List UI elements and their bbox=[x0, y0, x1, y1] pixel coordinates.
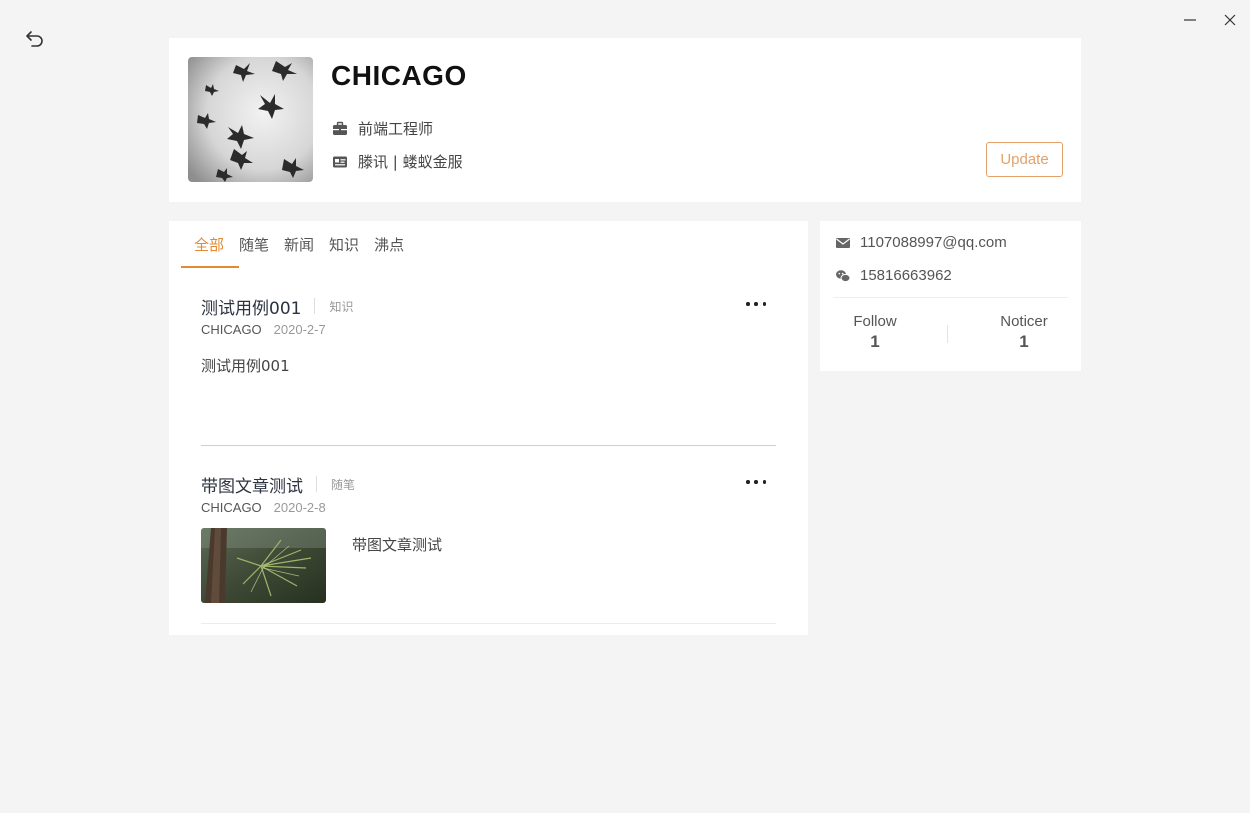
post-thumbnail[interactable] bbox=[201, 528, 326, 603]
noticer-count: 1 bbox=[1019, 332, 1029, 351]
company-name: 滕讯 | 蝼蚁金服 bbox=[358, 153, 463, 171]
briefcase-icon bbox=[332, 121, 348, 137]
id-card-icon bbox=[332, 154, 348, 170]
list-item[interactable]: 带图文章测试 随笔 CHICAGO 2020-2-8 带图文章测试 bbox=[201, 472, 776, 624]
phone-text: 15816663962 bbox=[860, 267, 952, 284]
post-date: 2020-2-7 bbox=[273, 322, 326, 337]
close-button[interactable] bbox=[1220, 10, 1240, 30]
undo-arrow-icon bbox=[26, 31, 43, 47]
post-body: 带图文章测试 bbox=[352, 536, 443, 554]
follow-label: Follow bbox=[853, 313, 897, 330]
post-author: CHICAGO bbox=[201, 500, 262, 515]
profile-name: CHICAGO bbox=[331, 60, 467, 91]
post-category: 知识 bbox=[329, 299, 354, 314]
category-tabs: 全部 随笔 新闻 知识 沸点 bbox=[181, 221, 419, 268]
update-button[interactable]: Update bbox=[986, 142, 1063, 177]
email-text[interactable]: 1107088997@qq.com bbox=[860, 234, 1007, 251]
minimize-button[interactable] bbox=[1180, 10, 1200, 30]
post-author: CHICAGO bbox=[201, 322, 262, 337]
noticer-stat[interactable]: Noticer 1 bbox=[969, 313, 1079, 352]
tab-all[interactable]: 全部 bbox=[181, 221, 240, 268]
company-row: 滕讯 | 蝼蚁金服 bbox=[332, 151, 463, 172]
tab-essay[interactable]: 随笔 bbox=[239, 221, 284, 268]
tab-knowledge[interactable]: 知识 bbox=[329, 221, 374, 268]
wechat-icon bbox=[835, 268, 851, 284]
job-row: 前端工程师 bbox=[332, 118, 433, 139]
email-row: 1107088997@qq.com bbox=[835, 234, 1007, 251]
list-item[interactable]: 测试用例001 知识 CHICAGO 2020-2-7 测试用例001 bbox=[201, 294, 776, 446]
minimize-icon bbox=[1184, 19, 1196, 21]
post-category: 随笔 bbox=[331, 477, 356, 492]
profile-card: CHICAGO 前端工程师 滕讯 | 蝼蚁金服 Update bbox=[169, 38, 1081, 202]
noticer-label: Noticer bbox=[1000, 313, 1048, 330]
divider bbox=[316, 476, 317, 492]
envelope-icon bbox=[835, 235, 851, 251]
post-title[interactable]: 测试用例001 bbox=[201, 294, 301, 319]
job-title: 前端工程师 bbox=[358, 120, 434, 138]
tab-news[interactable]: 新闻 bbox=[284, 221, 329, 268]
more-options-icon[interactable] bbox=[746, 296, 766, 312]
tab-hot[interactable]: 沸点 bbox=[374, 221, 419, 268]
feed-card: 全部 随笔 新闻 知识 沸点 测试用例001 知识 CHICAGO 2020-2… bbox=[169, 221, 808, 635]
divider bbox=[947, 325, 948, 343]
divider bbox=[833, 297, 1068, 298]
follow-count: 1 bbox=[870, 332, 880, 351]
back-button[interactable] bbox=[24, 28, 46, 50]
post-date: 2020-2-8 bbox=[273, 500, 326, 515]
divider bbox=[314, 298, 316, 314]
post-body: 测试用例001 bbox=[201, 357, 290, 375]
avatar[interactable] bbox=[188, 57, 313, 182]
phone-row: 15816663962 bbox=[835, 267, 952, 284]
post-title[interactable]: 带图文章测试 bbox=[201, 472, 303, 497]
contact-card: 1107088997@qq.com 15816663962 Follow 1 N… bbox=[820, 221, 1081, 371]
more-options-icon[interactable] bbox=[746, 474, 766, 490]
follow-stat[interactable]: Follow 1 bbox=[820, 313, 930, 352]
close-icon bbox=[1224, 14, 1236, 26]
